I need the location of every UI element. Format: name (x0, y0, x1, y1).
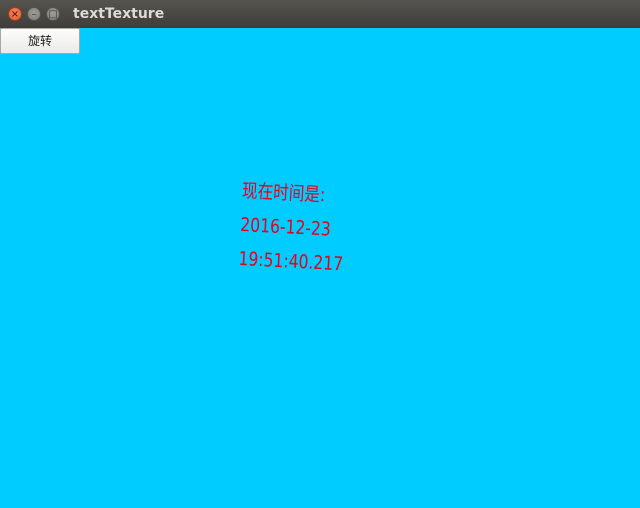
maximize-window-button[interactable]: □ (46, 7, 60, 21)
maximize-icon: □ (48, 9, 58, 20)
title-bar[interactable]: × – □ textTexture (0, 0, 640, 28)
minimize-icon: – (31, 9, 37, 20)
close-window-button[interactable]: × (8, 7, 22, 21)
window-title: textTexture (73, 6, 165, 22)
close-icon: × (10, 9, 20, 20)
minimize-window-button[interactable]: – (27, 7, 41, 21)
app-window: × – □ textTexture 旋转 现在时间是: 2016-12-23 1… (0, 0, 640, 508)
gl-canvas: 现在时间是: 2016-12-23 19:51:40.217 (0, 54, 640, 508)
texture-text-block: 现在时间是: 2016-12-23 19:51:40.217 (238, 174, 348, 281)
time-label: 现在时间是: (241, 179, 326, 207)
date-value: 2016-12-23 (239, 213, 332, 241)
time-value: 19:51:40.217 (237, 247, 344, 276)
rotate-button[interactable]: 旋转 (0, 28, 80, 54)
